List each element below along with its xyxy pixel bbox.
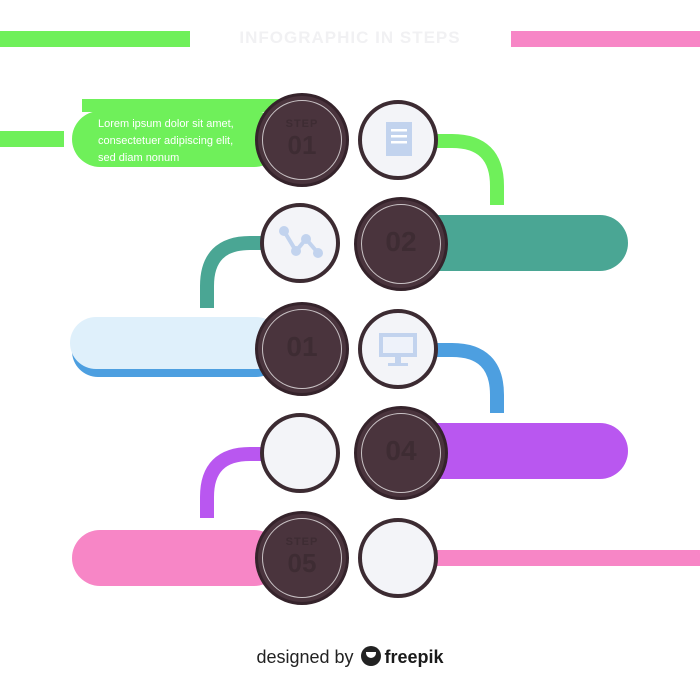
- line-chart-icon: [279, 226, 323, 258]
- step-5-icon-circle: [358, 518, 438, 598]
- credit-brand: freepik: [384, 647, 444, 667]
- infographic-art: [70, 99, 700, 586]
- credit-prefix: designed by: [256, 647, 354, 667]
- left-green-stripe: [0, 131, 64, 147]
- step-4-badge: 04: [354, 406, 448, 500]
- step-3-pill: [70, 317, 282, 369]
- monitor-icon: [379, 333, 417, 366]
- step-2-badge: 02: [354, 197, 448, 291]
- page-title: INFOGRAPHIC IN STEPS: [239, 28, 461, 47]
- step-5-number: 05: [287, 548, 317, 578]
- step-4-number: 04: [385, 435, 417, 466]
- freepik-logo-icon: [360, 646, 381, 666]
- step-4-icon-circle: [260, 413, 340, 493]
- step-1-number: 01: [287, 130, 317, 160]
- top-left-stripe: [0, 31, 190, 47]
- document-icon: [386, 122, 412, 156]
- step-1-text-line: Lorem ipsum dolor sit amet,: [98, 118, 234, 130]
- step-1-text: Lorem ipsum dolor sit amet, consectetuer…: [98, 116, 234, 167]
- step-1-text-line: sed diam nonum: [98, 152, 180, 164]
- step-1-word: STEP: [285, 118, 319, 130]
- step-1-text-line: consectetuer adipiscing elit,: [98, 135, 234, 147]
- step-1-pill-shadow: [82, 99, 282, 112]
- step-2-number: 02: [385, 226, 417, 257]
- step-1-badge: STEP 01: [255, 93, 349, 187]
- step-3-number: 01: [286, 331, 318, 362]
- step-3-icon-circle: [358, 309, 438, 389]
- step-5-pill: [72, 530, 282, 586]
- step-5-badge: STEP 05: [255, 511, 349, 605]
- top-right-stripe: [511, 31, 700, 47]
- step-1-icon-circle: [358, 100, 438, 180]
- credit-line[interactable]: designed by freepik: [0, 646, 700, 668]
- step-2-icon-circle: [260, 203, 340, 283]
- step-3-badge: 01: [255, 302, 349, 396]
- step-5-stripe: [400, 550, 700, 566]
- step-5-word: STEP: [285, 536, 319, 548]
